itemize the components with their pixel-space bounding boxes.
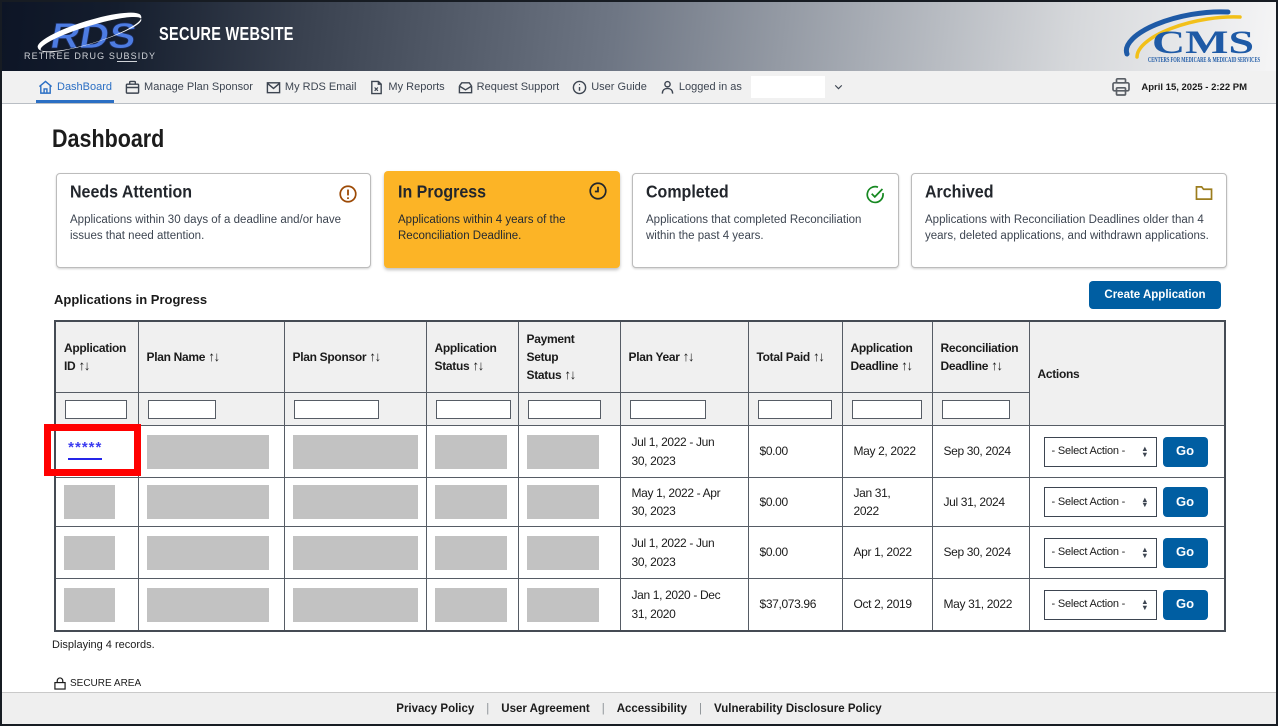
svg-text:RETIREE DRUG SUBSIDY: RETIREE DRUG SUBSIDY — [24, 51, 155, 61]
svg-text:CENTERS FOR MEDICARE & MEDICAI: CENTERS FOR MEDICARE & MEDICAID SERVICES — [1148, 56, 1260, 64]
